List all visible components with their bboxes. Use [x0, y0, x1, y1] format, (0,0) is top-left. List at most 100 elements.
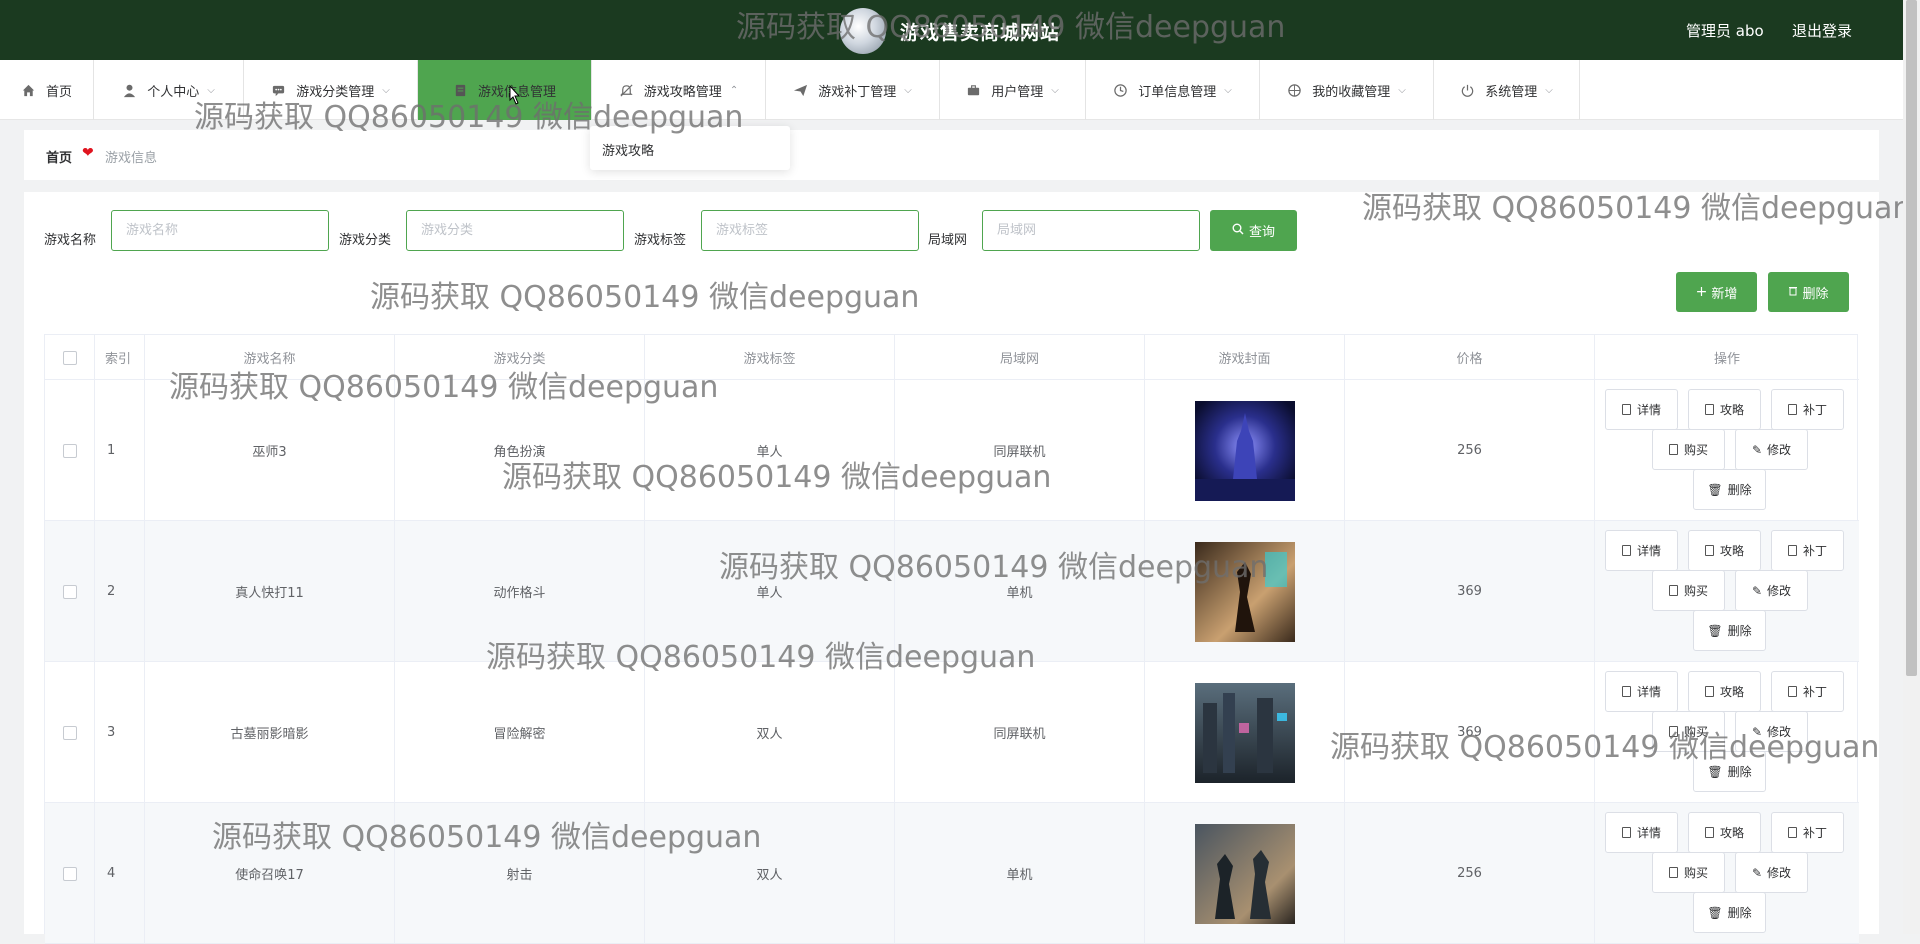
clock-icon — [1113, 83, 1128, 98]
nav-item-favorites[interactable]: 我的收藏管理 ⌵ — [1260, 60, 1434, 120]
op-label: 详情 — [1636, 403, 1661, 417]
edit-button[interactable]: ✎ 修改 — [1735, 852, 1808, 893]
doc-icon — [1621, 686, 1631, 697]
heart-icon: ❤ — [82, 145, 94, 161]
trash-icon: 🗑 — [1707, 482, 1723, 497]
op-label: 购买 — [1683, 584, 1708, 598]
guide-button[interactable]: 攻略 — [1688, 812, 1761, 853]
doc-icon — [1704, 827, 1714, 838]
row-delete-button[interactable]: 🗑 删除 — [1693, 751, 1766, 792]
page-scrollbar[interactable] — [1903, 0, 1920, 934]
dropdown-item-guide[interactable]: 游戏攻略 — [602, 140, 654, 159]
main-panel: 游戏名称 游戏分类 游戏标签 局域网 查询 + 新增 删除 索引 游戏名称 游戏… — [24, 192, 1879, 944]
delete-button[interactable]: 删除 — [1768, 272, 1849, 312]
edit-button[interactable]: ✎ 修改 — [1735, 570, 1808, 611]
guide-dropdown-menu: 游戏攻略 — [590, 126, 790, 170]
nav-label: 游戏补丁管理 — [818, 84, 897, 100]
nav-item-guide[interactable]: 游戏攻略管理 ⌃ — [592, 60, 766, 120]
query-button[interactable]: 查询 — [1210, 210, 1297, 251]
nav-item-users[interactable]: 用户管理 ⌵ — [940, 60, 1086, 120]
game-category-input[interactable] — [406, 210, 624, 251]
doc-icon — [1668, 585, 1678, 596]
game-name-input[interactable] — [111, 210, 329, 251]
detail-button[interactable]: 详情 — [1605, 812, 1678, 853]
cell-index: 2 — [95, 521, 145, 662]
detail-button[interactable]: 详情 — [1605, 530, 1678, 571]
game-cover-image[interactable] — [1194, 400, 1295, 501]
logout-link[interactable]: 退出登录 — [1792, 20, 1852, 41]
patch-button[interactable]: 补丁 — [1771, 530, 1844, 571]
cell-name: 巫师3 — [145, 380, 395, 521]
nav-label: 游戏分类管理 — [296, 84, 375, 100]
guide-button[interactable]: 攻略 — [1688, 530, 1761, 571]
row-checkbox[interactable] — [62, 725, 77, 740]
table-row: 4 使命召唤17 射击 双人 单机 256 详情 攻略 补丁 购买 ✎修改 � — [45, 803, 1859, 944]
nav-item-patch[interactable]: 游戏补丁管理 ⌵ — [766, 60, 940, 120]
breadcrumb-current: 游戏信息 — [105, 151, 158, 166]
row-delete-button[interactable]: 🗑 删除 — [1693, 892, 1766, 933]
edit-button[interactable]: ✎ 修改 — [1735, 429, 1808, 470]
buy-button[interactable]: 购买 — [1652, 711, 1725, 752]
row-checkbox[interactable] — [62, 443, 77, 458]
chevron-down-icon: ⌵ — [1398, 84, 1406, 96]
patch-button[interactable]: 补丁 — [1771, 671, 1844, 712]
game-tag-input[interactable] — [701, 210, 919, 251]
detail-button[interactable]: 详情 — [1605, 389, 1678, 430]
cell-lan: 同屏联机 — [895, 380, 1145, 521]
top-bar: 游戏售卖商城网站 管理员 abo 退出登录 — [0, 0, 1903, 60]
patch-button[interactable]: 补丁 — [1771, 389, 1844, 430]
patch-button[interactable]: 补丁 — [1771, 812, 1844, 853]
game-cover-image[interactable] — [1194, 823, 1295, 924]
add-button[interactable]: + 新增 — [1676, 272, 1757, 312]
briefcase-icon — [966, 83, 981, 98]
row-delete-button[interactable]: 🗑 删除 — [1693, 469, 1766, 510]
op-label: 详情 — [1636, 685, 1661, 699]
scrollbar-thumb[interactable] — [1906, 0, 1917, 676]
th-lan: 局域网 — [895, 335, 1145, 380]
row-delete-button[interactable]: 🗑 删除 — [1693, 610, 1766, 651]
nav-item-home[interactable]: 首页 — [0, 60, 94, 120]
game-category-label: 游戏分类 — [339, 233, 392, 248]
nav-label: 用户管理 — [991, 84, 1044, 100]
trash-icon: 🗑 — [1707, 623, 1723, 638]
guide-button[interactable]: 攻略 — [1688, 389, 1761, 430]
game-table: 索引 游戏名称 游戏分类 游戏标签 局域网 游戏封面 价格 操作 1 巫师3 角… — [44, 334, 1859, 944]
op-label: 删除 — [1727, 765, 1752, 779]
delete-label: 删除 — [1802, 286, 1829, 302]
cell-category: 冒险解密 — [395, 662, 645, 803]
home-icon — [21, 83, 36, 98]
cell-category: 角色扮演 — [395, 380, 645, 521]
buy-button[interactable]: 购买 — [1652, 429, 1725, 470]
nav-item-category[interactable]: 游戏分类管理 ⌵ — [244, 60, 418, 120]
select-all-checkbox[interactable] — [62, 350, 77, 365]
op-label: 修改 — [1767, 725, 1792, 739]
game-cover-image[interactable] — [1194, 682, 1295, 783]
table-row: 3 古墓丽影暗影 冒险解密 双人 同屏联机 369 详情 攻略 补丁 购买 ✎ … — [45, 662, 1859, 803]
nav-item-profile[interactable]: 个人中心 ⌵ — [94, 60, 244, 120]
doc-icon — [1787, 686, 1797, 697]
breadcrumb: 首页 ❤ 游戏信息 — [24, 130, 1879, 180]
row-checkbox[interactable] — [62, 584, 77, 599]
buy-button[interactable]: 购买 — [1652, 570, 1725, 611]
cell-price: 256 — [1345, 803, 1595, 944]
mouse-cursor-icon — [509, 84, 521, 105]
breadcrumb-home[interactable]: 首页 — [46, 147, 72, 166]
row-checkbox-cell — [45, 662, 95, 803]
doc-icon — [1668, 726, 1678, 737]
op-label: 攻略 — [1719, 826, 1744, 840]
nav-item-system[interactable]: 系统管理 ⌵ — [1434, 60, 1580, 120]
game-cover-image[interactable] — [1194, 541, 1295, 642]
doc-icon — [1787, 545, 1797, 556]
chevron-down-icon: ⌵ — [382, 84, 390, 96]
guide-button[interactable]: 攻略 — [1688, 671, 1761, 712]
row-checkbox[interactable] — [62, 866, 77, 881]
buy-button[interactable]: 购买 — [1652, 852, 1725, 893]
detail-button[interactable]: 详情 — [1605, 671, 1678, 712]
lan-input[interactable] — [982, 210, 1200, 251]
cell-operations: 详情 攻略 补丁 购买 ✎ 修改 🗑 删除 — [1595, 521, 1859, 662]
power-icon — [1460, 83, 1475, 98]
compass-icon — [1287, 83, 1302, 98]
nav-item-orders[interactable]: 订单信息管理 ⌵ — [1086, 60, 1260, 120]
edit-button[interactable]: ✎ 修改 — [1735, 711, 1808, 752]
nav-label: 订单信息管理 — [1138, 84, 1217, 100]
